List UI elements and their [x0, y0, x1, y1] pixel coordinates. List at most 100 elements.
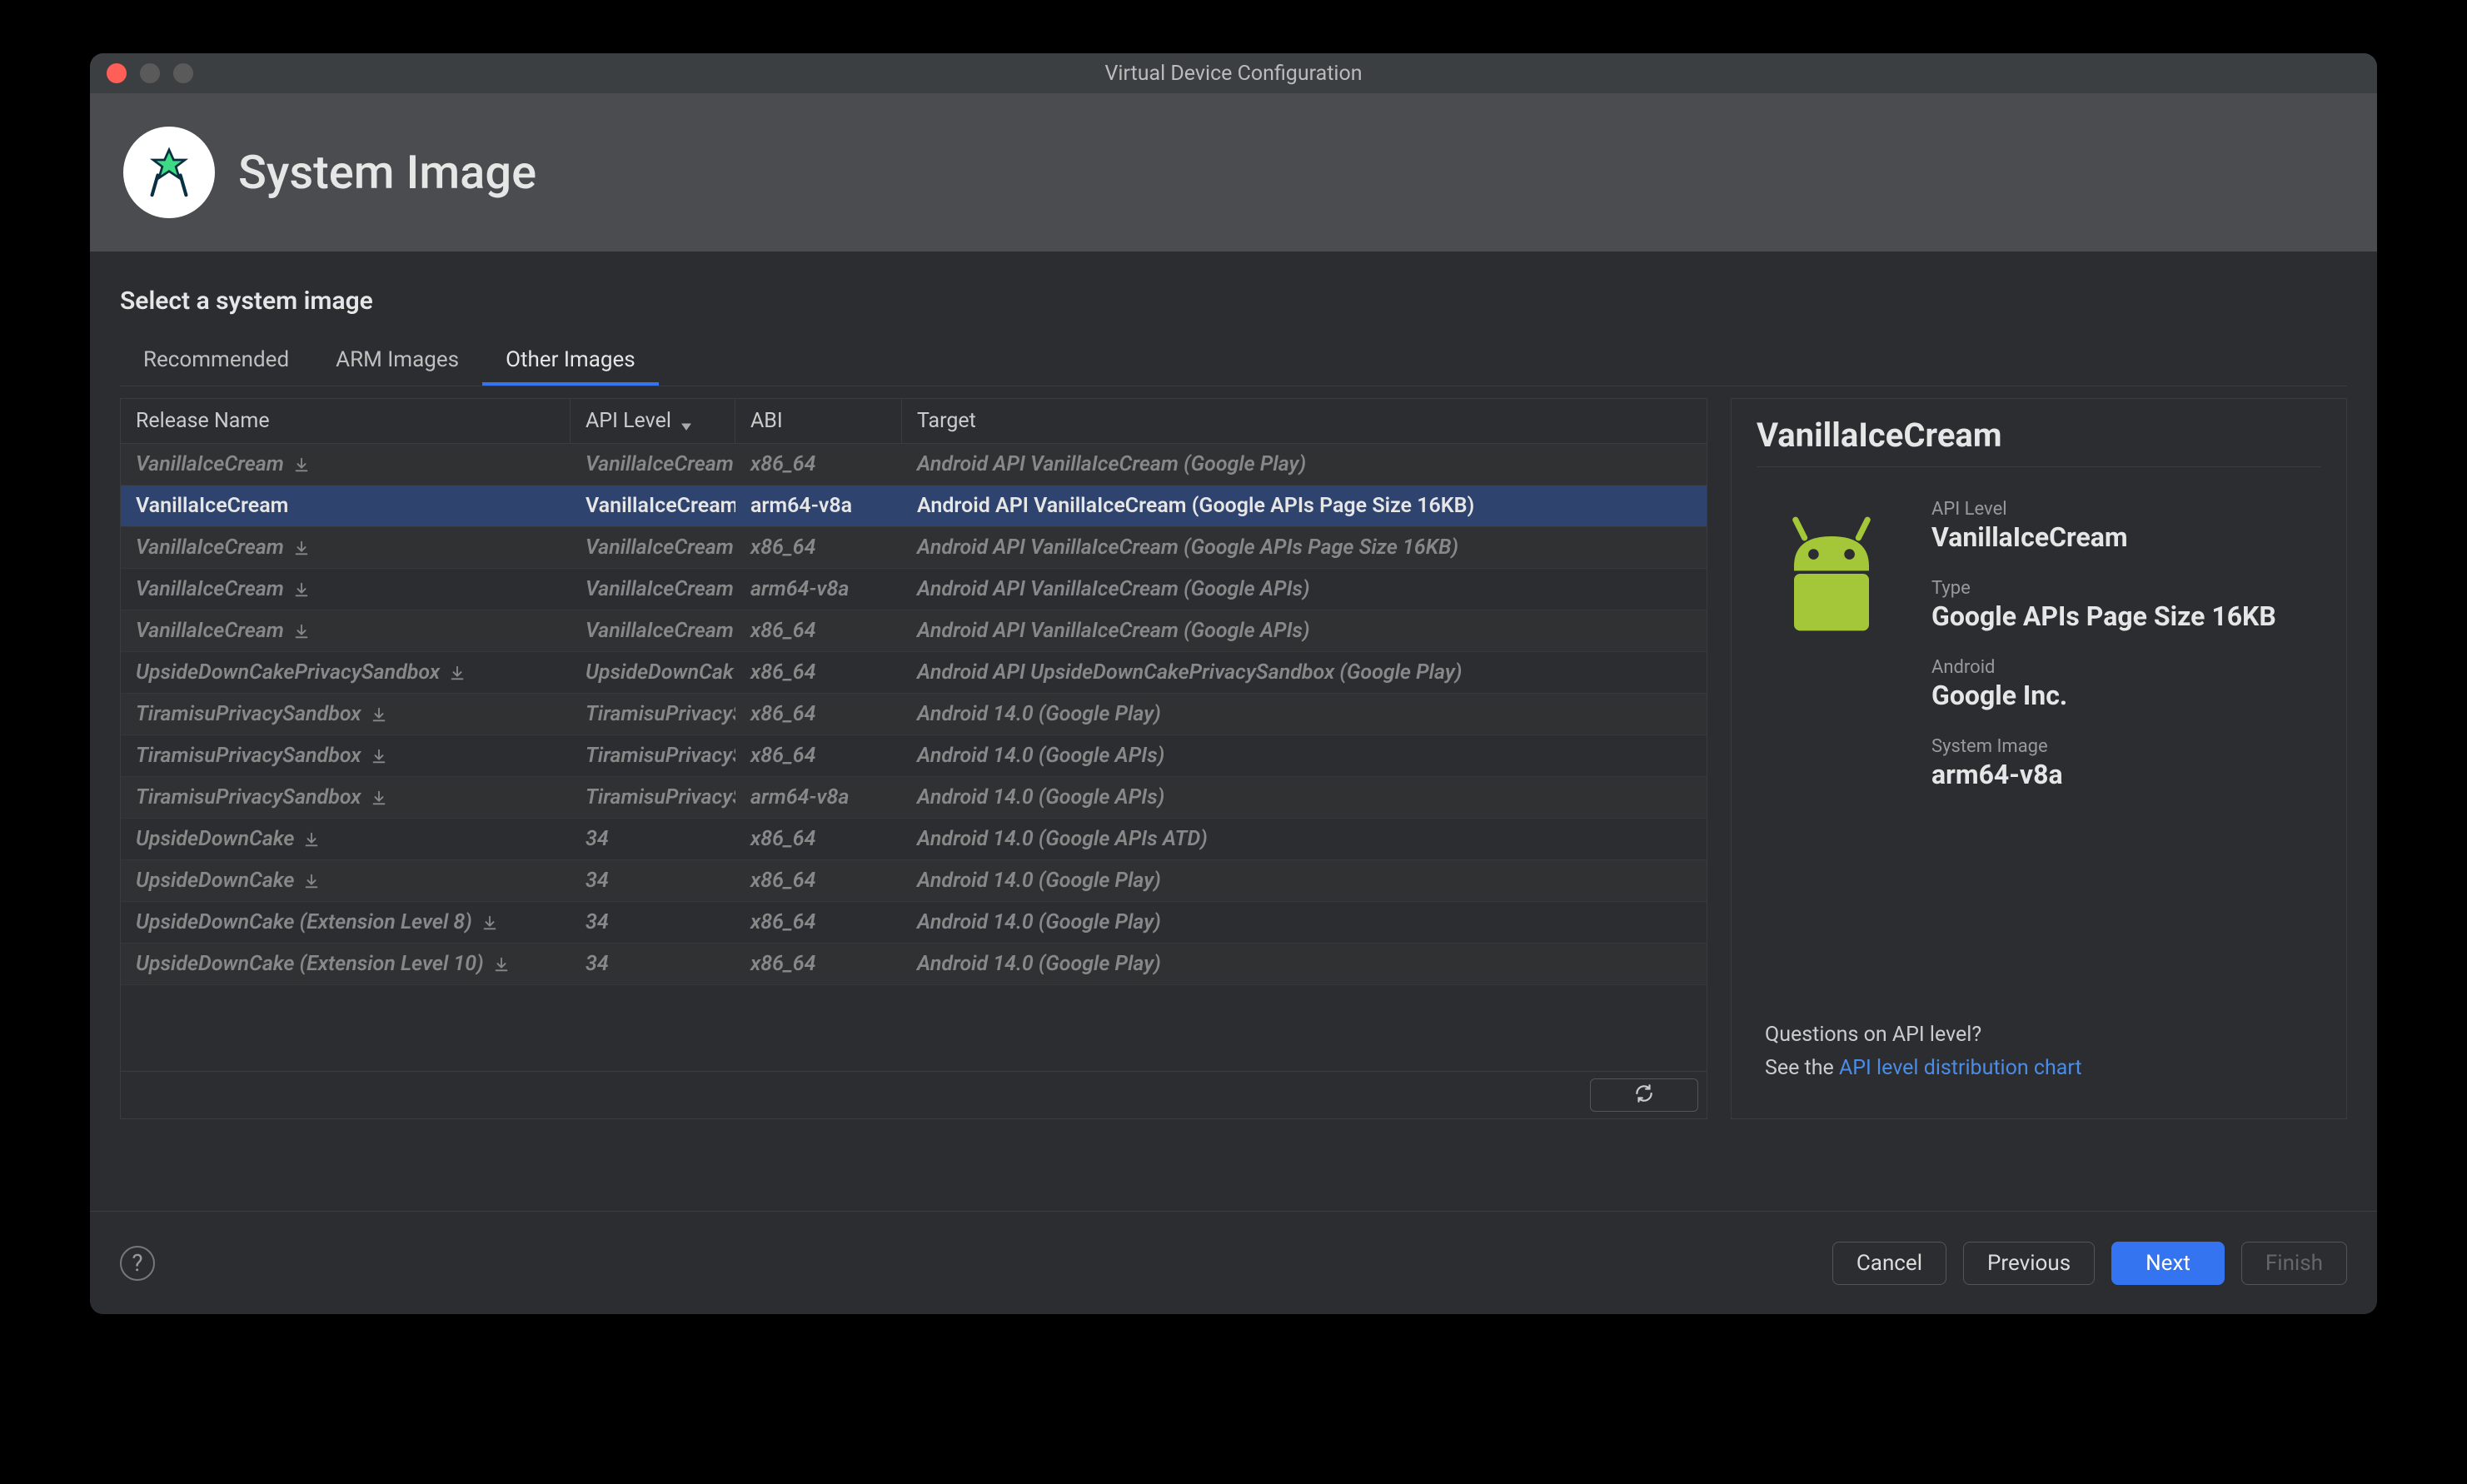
sort-descending-icon: [680, 415, 693, 428]
cell-api-level: 34: [571, 910, 735, 934]
field-api-level: API Level VanillaIceCream: [1931, 499, 2276, 553]
cell-target: Android 14.0 (Google Play): [902, 702, 1707, 726]
table-row[interactable]: UpsideDownCake (Extension Level 10)34x86…: [121, 944, 1707, 985]
refresh-button[interactable]: [1590, 1078, 1698, 1112]
download-icon[interactable]: [302, 830, 321, 849]
details-body: API Level VanillaIceCream Type Google AP…: [1757, 467, 2321, 1010]
next-button[interactable]: Next: [2111, 1242, 2225, 1285]
download-icon[interactable]: [481, 914, 499, 932]
cell-target: Android 14.0 (Google APIs ATD): [902, 827, 1707, 851]
cancel-button[interactable]: Cancel: [1832, 1242, 1946, 1285]
cell-abi: x86_64: [735, 827, 902, 851]
download-icon[interactable]: [292, 456, 311, 474]
cell-abi: x86_64: [735, 910, 902, 934]
table-header: Release Name API Level ABI Target: [121, 399, 1707, 444]
field-value: Google APIs Page Size 16KB: [1931, 600, 2276, 632]
cell-target: Android API VanillaIceCream (Google APIs…: [902, 535, 1707, 560]
cell-abi: arm64-v8a: [735, 785, 902, 809]
cell-release-name: TiramisuPrivacySandbox: [121, 702, 571, 726]
table-row[interactable]: VanillaIceCreamVanillaIceCreamarm64-v8aA…: [121, 486, 1707, 527]
details-pane: VanillaIceCream: [1731, 398, 2347, 1119]
table-row[interactable]: VanillaIceCreamVanillaIceCreamarm64-v8aA…: [121, 569, 1707, 610]
previous-button[interactable]: Previous: [1963, 1242, 2095, 1285]
table-row[interactable]: UpsideDownCakePrivacySandboxUpsideDownCa…: [121, 652, 1707, 694]
footer-see: See the: [1765, 1056, 1839, 1080]
cell-api-level: VanillaIceCream: [571, 452, 735, 476]
cell-release-name: UpsideDownCake: [121, 869, 571, 893]
table-row[interactable]: UpsideDownCake34x86_64Android 14.0 (Goog…: [121, 860, 1707, 902]
footer-see-line: See the API level distribution chart: [1765, 1052, 2321, 1085]
footer-question: Questions on API level?: [1765, 1018, 2321, 1052]
dialog-window: Virtual Device Configuration System Imag…: [90, 53, 2377, 1314]
help-button[interactable]: ?: [120, 1246, 155, 1281]
subtitle: Select a system image: [120, 286, 2347, 316]
field-value: Google Inc.: [1931, 680, 2276, 711]
cell-target: Android API VanillaIceCream (Google APIs…: [902, 619, 1707, 643]
download-icon[interactable]: [448, 664, 466, 682]
cell-abi: x86_64: [735, 952, 902, 976]
download-icon[interactable]: [292, 539, 311, 557]
cell-release-name: UpsideDownCake: [121, 827, 571, 851]
api-distribution-link[interactable]: API level distribution chart: [1839, 1056, 2082, 1080]
tab-recommended[interactable]: Recommended: [120, 337, 312, 386]
field-android: Android Google Inc.: [1931, 657, 2276, 711]
cell-api-level: 34: [571, 869, 735, 893]
table-body[interactable]: VanillaIceCreamVanillaIceCreamx86_64Andr…: [121, 444, 1707, 1071]
column-release-name[interactable]: Release Name: [121, 399, 571, 443]
close-window-button[interactable]: [107, 63, 127, 83]
column-target[interactable]: Target: [902, 399, 1707, 443]
tab-other-images[interactable]: Other Images: [482, 337, 659, 386]
column-abi[interactable]: ABI: [735, 399, 902, 443]
content-area: Select a system image RecommendedARM Ima…: [90, 251, 2377, 1211]
cell-release-name: UpsideDownCakePrivacySandbox: [121, 660, 571, 685]
cell-release-name: TiramisuPrivacySandbox: [121, 785, 571, 809]
cell-release-name: VanillaIceCream: [121, 619, 571, 643]
maximize-window-button[interactable]: [173, 63, 193, 83]
table-row[interactable]: TiramisuPrivacySandboxTiramisuPrivacySar…: [121, 777, 1707, 819]
cell-release-name: VanillaIceCream: [121, 452, 571, 476]
minimize-window-button[interactable]: [140, 63, 160, 83]
tab-bar: RecommendedARM ImagesOther Images: [120, 337, 2347, 386]
android-logo-icon: [1757, 499, 1906, 649]
table-row[interactable]: UpsideDownCake (Extension Level 8)34x86_…: [121, 902, 1707, 944]
cell-api-level: 34: [571, 827, 735, 851]
table-row[interactable]: TiramisuPrivacySandboxTiramisuPrivacySx8…: [121, 694, 1707, 735]
download-icon[interactable]: [292, 580, 311, 599]
download-icon[interactable]: [292, 622, 311, 640]
window-title: Virtual Device Configuration: [90, 62, 2377, 86]
button-bar: ? Cancel Previous Next Finish: [90, 1211, 2377, 1314]
field-system-image: System Image arm64-v8a: [1931, 736, 2276, 790]
cell-release-name: UpsideDownCake (Extension Level 8): [121, 910, 571, 934]
cell-abi: x86_64: [735, 452, 902, 476]
refresh-icon: [1633, 1083, 1655, 1108]
titlebar: Virtual Device Configuration: [90, 53, 2377, 93]
download-icon[interactable]: [492, 955, 511, 974]
table-footer: [121, 1071, 1707, 1118]
tab-arm-images[interactable]: ARM Images: [312, 337, 482, 386]
table-row[interactable]: VanillaIceCreamVanillaIceCreamx86_64Andr…: [121, 444, 1707, 486]
cell-release-name: VanillaIceCream: [121, 577, 571, 601]
cell-abi: x86_64: [735, 869, 902, 893]
cell-abi: x86_64: [735, 744, 902, 768]
download-icon[interactable]: [370, 747, 388, 765]
cell-target: Android API VanillaIceCream (Google APIs…: [902, 577, 1707, 601]
android-studio-icon: [123, 127, 215, 218]
cell-abi: x86_64: [735, 535, 902, 560]
table-row[interactable]: TiramisuPrivacySandboxTiramisuPrivacySx8…: [121, 735, 1707, 777]
download-icon[interactable]: [370, 705, 388, 724]
traffic-lights: [107, 63, 193, 83]
table-row[interactable]: VanillaIceCreamVanillaIceCreamx86_64Andr…: [121, 527, 1707, 569]
cell-api-level: VanillaIceCream: [571, 494, 735, 518]
field-value: arm64-v8a: [1931, 759, 2276, 790]
cell-release-name: VanillaIceCream: [121, 494, 571, 518]
cell-target: Android API VanillaIceCream (Google APIs…: [902, 494, 1707, 518]
cell-abi: x86_64: [735, 660, 902, 685]
download-icon[interactable]: [370, 789, 388, 807]
column-api-level[interactable]: API Level: [571, 399, 735, 443]
cell-target: Android API VanillaIceCream (Google Play…: [902, 452, 1707, 476]
page-title: System Image: [238, 145, 536, 200]
table-row[interactable]: VanillaIceCreamVanillaIceCreamx86_64Andr…: [121, 610, 1707, 652]
cell-api-level: TiramisuPrivacyS: [571, 702, 735, 726]
table-row[interactable]: UpsideDownCake34x86_64Android 14.0 (Goog…: [121, 819, 1707, 860]
download-icon[interactable]: [302, 872, 321, 890]
